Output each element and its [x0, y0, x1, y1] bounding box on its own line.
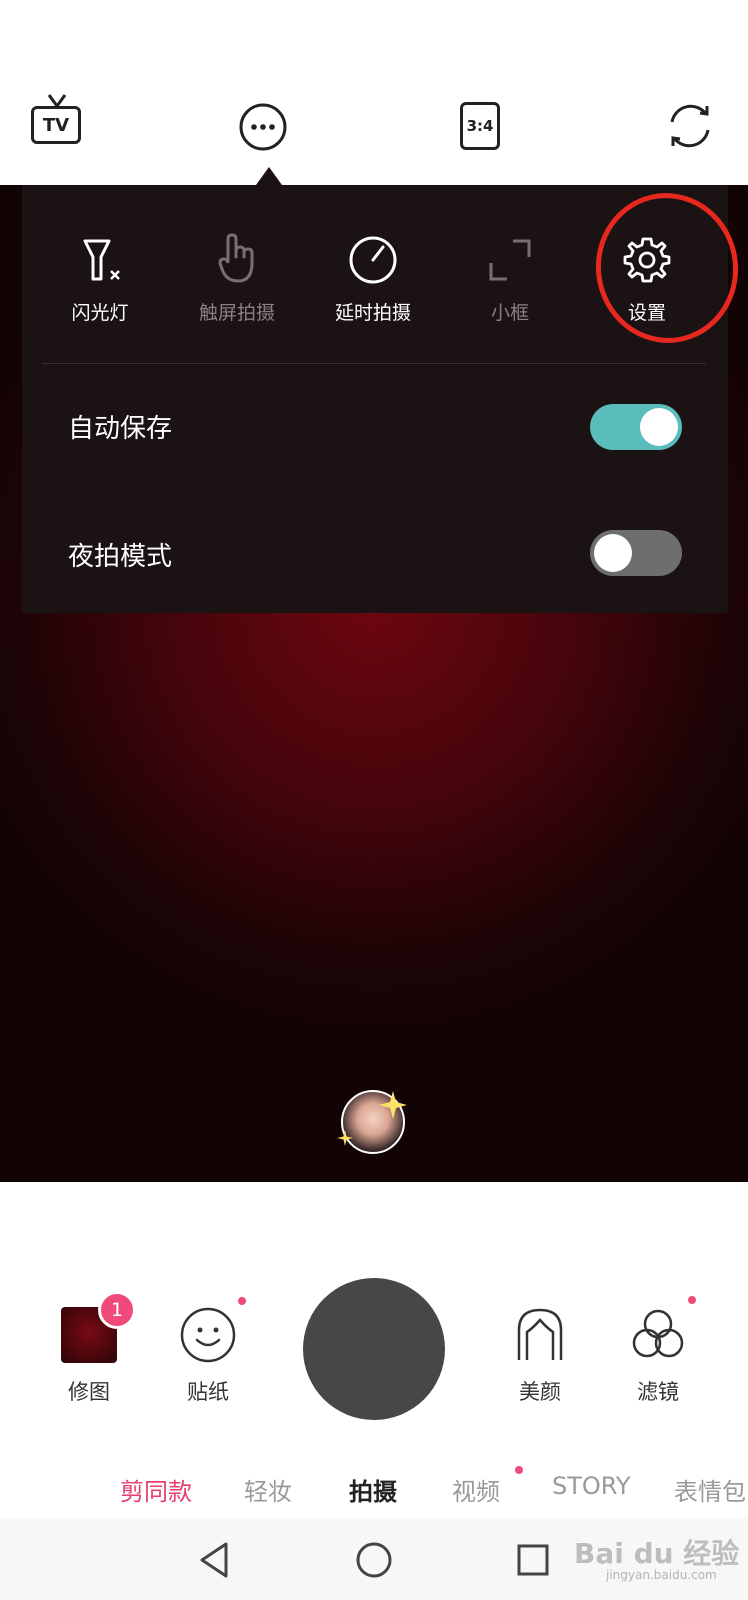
small-frame-button[interactable]: 小框	[443, 230, 577, 325]
timer-button[interactable]: 延时拍摄	[306, 230, 440, 325]
sticker-new-dot	[238, 1297, 246, 1305]
smiley-icon	[180, 1307, 236, 1363]
recents-icon[interactable]	[515, 1542, 551, 1578]
timer-label: 延时拍摄	[334, 302, 411, 324]
back-icon[interactable]	[196, 1540, 232, 1580]
mode-tab-photo[interactable]: 拍摄	[349, 1472, 397, 1507]
tv-button[interactable]: TV	[26, 94, 86, 150]
home-icon[interactable]	[354, 1540, 394, 1580]
beauty-label: 美颜	[519, 1380, 561, 1404]
tv-antenna-icon	[47, 94, 67, 107]
beauty-button[interactable]: 美颜	[495, 1300, 585, 1406]
flash-label: 闪光灯	[71, 302, 129, 324]
toggle-knob	[594, 534, 632, 572]
flash-button[interactable]: 闪光灯	[33, 230, 167, 325]
switch-camera-icon	[670, 104, 710, 148]
beauty-face-icon	[517, 1308, 563, 1360]
touch-shoot-button[interactable]: 触屏拍摄	[170, 230, 304, 325]
small-frame-label: 小框	[490, 302, 529, 324]
auto-save-label: 自动保存	[68, 414, 173, 444]
sparkle-small-icon	[337, 1130, 353, 1146]
aspect-ratio-button[interactable]: 3:4	[458, 100, 502, 152]
edit-photo-label: 修图	[68, 1380, 110, 1404]
touch-shoot-label: 触屏拍摄	[198, 302, 275, 324]
filter-new-dot	[688, 1296, 696, 1304]
sticker-label: 贴纸	[187, 1380, 229, 1404]
touch-shoot-icon	[218, 233, 254, 283]
sticker-button[interactable]: 贴纸	[163, 1300, 253, 1406]
timer-icon	[349, 236, 397, 284]
top-bar	[0, 0, 748, 185]
flash-off-icon	[83, 239, 120, 281]
mode-tab-template[interactable]: 剪同款	[120, 1472, 192, 1507]
tv-icon: TV	[31, 106, 81, 144]
aspect-ratio-icon: 3:4	[460, 102, 500, 150]
sparkle-icon	[379, 1091, 407, 1119]
edit-badge: 1	[98, 1291, 136, 1329]
watermark-url: jingyan.baidu.com	[606, 1568, 717, 1582]
switch-camera-button[interactable]	[664, 100, 716, 152]
filter-circles-icon	[632, 1309, 684, 1358]
auto-save-toggle[interactable]	[590, 404, 682, 450]
mode-tab-emoji[interactable]: 表情包	[674, 1472, 746, 1507]
mode-tab-video[interactable]: 视频	[452, 1472, 500, 1507]
panel-divider	[42, 363, 706, 364]
watermark-logo: Bai du 经验	[574, 1537, 740, 1570]
shutter-button[interactable]	[303, 1278, 445, 1420]
mode-tab-story[interactable]: STORY	[552, 1472, 631, 1500]
video-new-dot	[515, 1466, 523, 1474]
filter-button[interactable]: 滤镜	[613, 1300, 703, 1406]
more-icon	[239, 103, 287, 151]
panel-pointer	[256, 167, 282, 185]
mode-tab-light-makeup[interactable]: 轻妆	[244, 1472, 292, 1507]
small-frame-icon	[489, 239, 531, 281]
more-button[interactable]	[238, 102, 288, 152]
toggle-knob	[640, 408, 678, 446]
filter-label: 滤镜	[637, 1380, 679, 1404]
night-mode-toggle[interactable]	[590, 530, 682, 576]
night-mode-label: 夜拍模式	[68, 542, 173, 572]
